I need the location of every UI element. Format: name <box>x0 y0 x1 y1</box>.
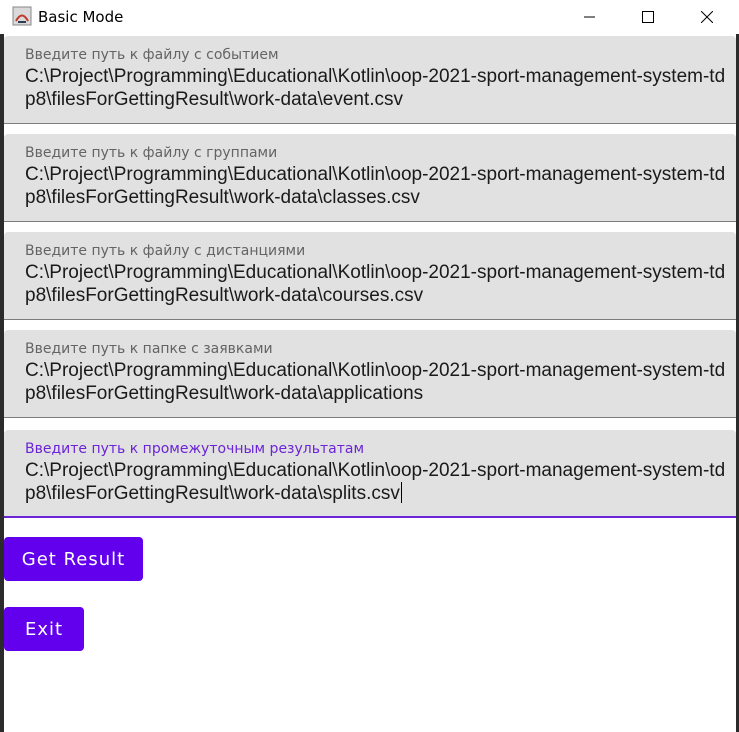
classes-file-field[interactable]: Введите путь к файлу с группами C:\Proje… <box>4 134 736 222</box>
splits-file-label: Введите путь к промежуточным результатам <box>25 441 365 457</box>
java-icon <box>12 6 32 26</box>
maximize-icon <box>642 11 654 23</box>
event-file-input[interactable]: C:\Project\Programming\Educational\Kotli… <box>25 65 730 111</box>
classes-file-label: Введите путь к файлу с группами <box>25 145 278 161</box>
event-file-label: Введите путь к файлу с событием <box>25 47 279 63</box>
minimize-button[interactable] <box>561 0 619 34</box>
applications-folder-label: Введите путь к папке с заявками <box>25 341 273 357</box>
splits-file-input[interactable]: C:\Project\Programming\Educational\Kotli… <box>25 459 730 505</box>
close-button[interactable] <box>678 0 736 34</box>
courses-file-field[interactable]: Введите путь к файлу с дистанциями C:\Pr… <box>4 232 736 320</box>
maximize-button[interactable] <box>619 0 677 34</box>
minimize-icon <box>584 16 595 18</box>
window-title: Basic Mode <box>38 8 124 26</box>
splits-file-value: C:\Project\Programming\Educational\Kotli… <box>25 460 726 504</box>
courses-file-input[interactable]: C:\Project\Programming\Educational\Kotli… <box>25 261 730 307</box>
event-file-field[interactable]: Введите путь к файлу с событием C:\Proje… <box>4 36 736 124</box>
classes-file-input[interactable]: C:\Project\Programming\Educational\Kotli… <box>25 163 730 209</box>
courses-file-label: Введите путь к файлу с дистанциями <box>25 243 306 259</box>
title-bar[interactable]: Basic Mode <box>0 0 739 34</box>
exit-button[interactable]: Exit <box>4 607 84 651</box>
splits-file-field[interactable]: Введите путь к промежуточным результатам… <box>4 430 736 518</box>
main-content: Введите путь к файлу с событием C:\Proje… <box>4 34 736 732</box>
applications-folder-input[interactable]: C:\Project\Programming\Educational\Kotli… <box>25 359 730 405</box>
get-result-button[interactable]: Get Result <box>4 537 143 581</box>
applications-folder-field[interactable]: Введите путь к папке с заявками C:\Proje… <box>4 330 736 418</box>
text-caret <box>400 482 402 503</box>
close-icon <box>701 11 713 23</box>
